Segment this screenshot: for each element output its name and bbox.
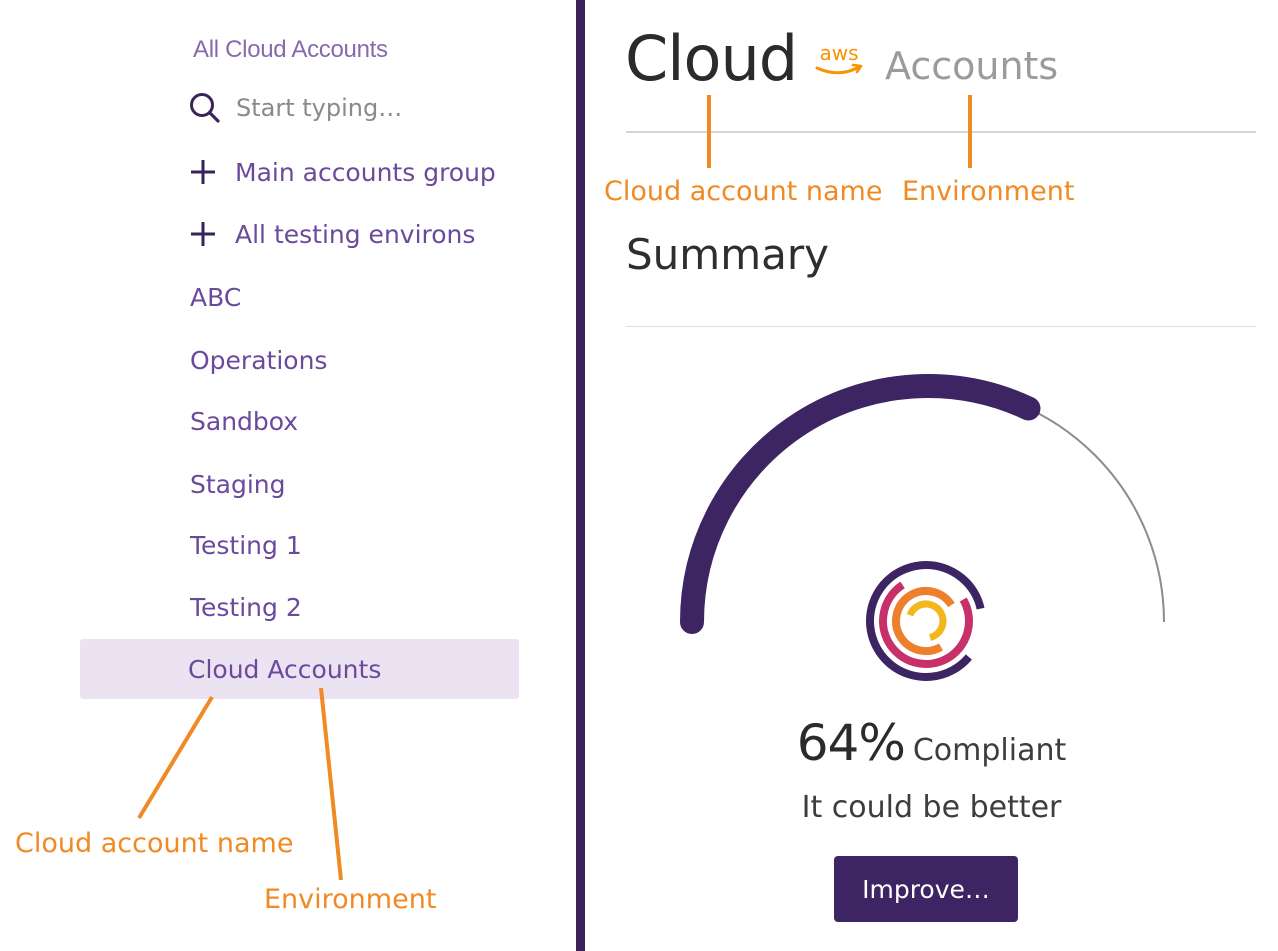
- plus-icon[interactable]: [190, 221, 216, 247]
- sidebar-item-testing-2[interactable]: Testing 2: [190, 585, 302, 629]
- search-input[interactable]: [236, 94, 516, 122]
- header-divider: [626, 131, 1256, 133]
- compliance-percent: 64%: [796, 714, 906, 772]
- sidebar-title: All Cloud Accounts: [193, 36, 388, 63]
- sidebar-item-testing-1[interactable]: Testing 1: [190, 523, 302, 567]
- sidebar-item-staging[interactable]: Staging: [190, 462, 286, 506]
- sidebar-item-cloud-accounts-selected[interactable]: Cloud Accounts: [80, 639, 519, 699]
- summary-divider: [626, 326, 1256, 327]
- selected-account-name: Cloud: [188, 654, 260, 684]
- compliance-tagline: It could be better: [801, 790, 1062, 825]
- main-panel: Cloud aws Accounts Summary 64% Compliant …: [585, 0, 1278, 951]
- environment-heading: Accounts: [885, 44, 1059, 88]
- panel-divider: [576, 0, 585, 951]
- group-main-accounts[interactable]: Main accounts group: [190, 150, 496, 194]
- search-bar: [188, 88, 516, 128]
- sidebar-item-operations[interactable]: Operations: [190, 338, 327, 382]
- sidebar-item-abc[interactable]: ABC: [190, 275, 241, 319]
- group-label: All testing environs: [235, 219, 476, 249]
- aws-logo-text: aws: [819, 41, 858, 65]
- sidebar: All Cloud Accounts Main accounts group A…: [0, 0, 576, 951]
- aws-logo: aws: [815, 41, 863, 75]
- improve-button[interactable]: Improve…: [834, 856, 1018, 922]
- selected-environment: Accounts: [267, 654, 382, 684]
- compliance-readout: 64% Compliant: [585, 714, 1278, 772]
- plus-icon[interactable]: [190, 159, 216, 185]
- group-label: Main accounts group: [235, 157, 496, 187]
- account-name-heading: Cloud: [625, 22, 798, 95]
- group-testing-environs[interactable]: All testing environs: [190, 212, 475, 256]
- summary-title: Summary: [626, 230, 829, 279]
- sidebar-item-sandbox[interactable]: Sandbox: [190, 399, 298, 443]
- compliance-label: Compliant: [912, 733, 1067, 768]
- search-icon[interactable]: [188, 91, 222, 125]
- compliance-logo-icon: [866, 561, 986, 681]
